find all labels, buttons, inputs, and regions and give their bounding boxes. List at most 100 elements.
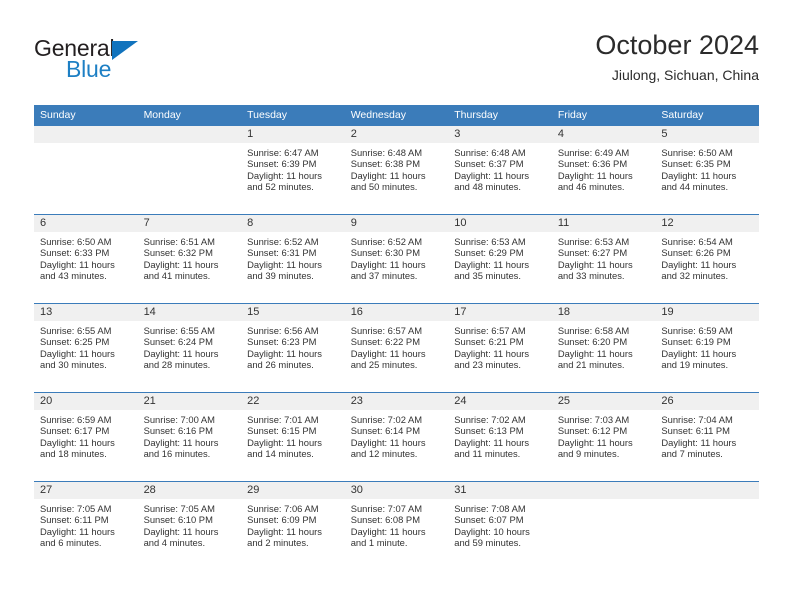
calendar-day-cell[interactable]: 13 Sunrise: 6:55 AM Sunset: 6:25 PM Dayligh… xyxy=(34,303,138,393)
calendar-day-cell[interactable]: 5 Sunrise: 6:50 AM Sunset: 6:35 PM Daylight… xyxy=(655,126,759,215)
sunset-time: Sunset: 6:30 PM xyxy=(350,247,420,259)
day-details: Sunrise: 6:53 AM Sunset: 6:27 PM Daylight:… xyxy=(552,232,656,282)
calendar-day-cell[interactable]: 16 Sunrise: 6:57 AM Sunset: 6:22 PM Dayligh… xyxy=(344,303,449,393)
daylight-duration-line2: and 50 minutes. xyxy=(350,181,418,193)
day-number: 31 xyxy=(448,482,552,499)
calendar-day-cell[interactable]: 18 Sunrise: 6:58 AM Sunset: 6:20 PM Dayligh… xyxy=(551,303,656,393)
sunrise-time: Sunrise: 6:50 AM xyxy=(40,236,112,247)
sunrise-time: Sunrise: 7:02 AM xyxy=(350,414,423,425)
weekday-header-row: Sunday Monday Tuesday Wednesday Thursday… xyxy=(34,105,759,126)
logo-triangle-icon xyxy=(112,41,139,60)
page-header: General Blue October 2024 Jiulong, Sichu… xyxy=(34,28,759,96)
calendar-day-cell[interactable]: 20 Sunrise: 6:59 AM Sunset: 6:17 PM Dayligh… xyxy=(34,392,138,482)
sunrise-time: Sunrise: 7:07 AM xyxy=(350,503,423,514)
day-cell-content: 15 Sunrise: 6:56 AM Sunset: 6:23 PM Dayligh… xyxy=(241,304,345,392)
daylight-duration-line2: and 21 minutes. xyxy=(557,359,625,371)
calendar-week-row: 20 Sunrise: 6:59 AM Sunset: 6:17 PM Dayligh… xyxy=(34,392,759,482)
calendar-day-cell[interactable]: 29 Sunrise: 7:06 AM Sunset: 6:09 PM Dayligh… xyxy=(241,481,345,570)
day-details: Sunrise: 7:00 AM Sunset: 6:16 PM Daylight:… xyxy=(138,410,242,460)
sunrise-time: Sunrise: 7:05 AM xyxy=(143,503,215,514)
weekday-header-monday: Monday xyxy=(137,105,242,126)
calendar-day-cell[interactable]: 8 Sunrise: 6:52 AM Sunset: 6:31 PM Daylight… xyxy=(241,214,345,304)
day-number: 9 xyxy=(344,215,449,232)
daylight-duration-line1: Daylight: 10 hours xyxy=(454,525,530,537)
day-cell-content: 30 Sunrise: 7:07 AM Sunset: 6:08 PM Dayligh… xyxy=(344,482,449,570)
generalblue-logo[interactable]: General Blue xyxy=(34,36,164,88)
calendar-day-cell[interactable]: 2 Sunrise: 6:48 AM Sunset: 6:38 PM Daylight… xyxy=(344,126,449,215)
sunset-time: Sunset: 6:33 PM xyxy=(40,247,110,259)
sunset-time: Sunset: 6:07 PM xyxy=(454,514,524,526)
day-cell-content: 3 Sunrise: 6:48 AM Sunset: 6:37 PM Daylight… xyxy=(448,126,552,214)
day-details: Sunrise: 6:56 AM Sunset: 6:23 PM Daylight:… xyxy=(241,321,345,371)
calendar-day-cell[interactable]: 10 Sunrise: 6:53 AM Sunset: 6:29 PM Dayligh… xyxy=(448,214,552,304)
sunset-time: Sunset: 6:13 PM xyxy=(454,425,524,437)
day-cell-content: 17 Sunrise: 6:57 AM Sunset: 6:21 PM Dayligh… xyxy=(448,304,552,392)
daylight-duration-line1: Daylight: 11 hours xyxy=(247,258,322,270)
sunset-time: Sunset: 6:38 PM xyxy=(350,158,420,170)
daylight-duration-line1: Daylight: 11 hours xyxy=(143,347,219,359)
calendar-day-cell[interactable]: 14 Sunrise: 6:55 AM Sunset: 6:24 PM Dayligh… xyxy=(137,303,242,393)
calendar-day-cell[interactable]: 4 Sunrise: 6:49 AM Sunset: 6:36 PM Daylight… xyxy=(551,126,656,215)
calendar-day-cell[interactable]: 17 Sunrise: 6:57 AM Sunset: 6:21 PM Dayligh… xyxy=(448,303,552,393)
daylight-duration-line2: and 19 minutes. xyxy=(661,359,729,371)
daylight-duration-line2: and 26 minutes. xyxy=(247,359,314,371)
day-number: 17 xyxy=(448,304,552,321)
day-cell-content: 7 Sunrise: 6:51 AM Sunset: 6:32 PM Daylight… xyxy=(137,215,242,303)
sunset-time: Sunset: 6:08 PM xyxy=(350,514,420,526)
day-details xyxy=(34,143,138,147)
calendar-empty-cell xyxy=(655,481,759,570)
sunrise-time: Sunrise: 7:06 AM xyxy=(247,503,319,514)
sunset-time: Sunset: 6:11 PM xyxy=(40,514,109,526)
day-details: Sunrise: 6:55 AM Sunset: 6:25 PM Daylight:… xyxy=(34,321,138,371)
daylight-duration-line2: and 11 minutes. xyxy=(454,448,521,460)
daylight-duration-line1: Daylight: 11 hours xyxy=(454,436,530,448)
sunset-time: Sunset: 6:15 PM xyxy=(247,425,317,437)
calendar-day-cell[interactable]: 15 Sunrise: 6:56 AM Sunset: 6:23 PM Dayligh… xyxy=(241,303,345,393)
sunset-time: Sunset: 6:27 PM xyxy=(557,247,628,259)
calendar-day-cell[interactable]: 23 Sunrise: 7:02 AM Sunset: 6:14 PM Dayligh… xyxy=(344,392,449,482)
calendar-day-cell[interactable]: 22 Sunrise: 7:01 AM Sunset: 6:15 PM Dayligh… xyxy=(241,392,345,482)
calendar-day-cell[interactable]: 1 Sunrise: 6:47 AM Sunset: 6:39 PM Daylight… xyxy=(241,126,345,215)
calendar-day-cell[interactable]: 27 Sunrise: 7:05 AM Sunset: 6:11 PM Dayligh… xyxy=(34,481,138,570)
daylight-duration-line2: and 52 minutes. xyxy=(247,181,314,193)
day-details: Sunrise: 6:55 AM Sunset: 6:24 PM Daylight:… xyxy=(138,321,242,371)
daylight-duration-line2: and 16 minutes. xyxy=(143,448,211,460)
calendar-body: 1 Sunrise: 6:47 AM Sunset: 6:39 PM Daylight… xyxy=(34,126,759,570)
calendar-day-cell[interactable]: 21 Sunrise: 7:00 AM Sunset: 6:16 PM Dayligh… xyxy=(137,392,242,482)
day-details xyxy=(138,143,242,147)
sunset-time: Sunset: 6:37 PM xyxy=(454,158,524,170)
weekday-header-thursday: Thursday xyxy=(448,105,552,126)
calendar-day-cell[interactable]: 25 Sunrise: 7:03 AM Sunset: 6:12 PM Dayligh… xyxy=(551,392,656,482)
day-cell-content: 25 Sunrise: 7:03 AM Sunset: 6:12 PM Dayligh… xyxy=(551,393,656,481)
sunset-time: Sunset: 6:16 PM xyxy=(143,425,213,437)
day-number: 23 xyxy=(344,393,449,410)
day-details: Sunrise: 6:58 AM Sunset: 6:20 PM Daylight:… xyxy=(552,321,656,371)
day-details: Sunrise: 6:50 AM Sunset: 6:35 PM Daylight:… xyxy=(655,143,759,193)
sunset-time: Sunset: 6:19 PM xyxy=(661,336,731,348)
daylight-duration-line2: and 59 minutes. xyxy=(454,537,521,549)
day-details xyxy=(552,499,656,503)
calendar-day-cell[interactable]: 31 Sunrise: 7:08 AM Sunset: 6:07 PM Dayligh… xyxy=(448,481,552,570)
calendar-day-cell[interactable]: 19 Sunrise: 6:59 AM Sunset: 6:19 PM Dayligh… xyxy=(655,303,759,393)
sunset-time: Sunset: 6:09 PM xyxy=(247,514,317,526)
calendar-day-cell[interactable]: 11 Sunrise: 6:53 AM Sunset: 6:27 PM Dayligh… xyxy=(551,214,656,304)
sunset-time: Sunset: 6:11 PM xyxy=(661,425,730,437)
day-number: 24 xyxy=(448,393,552,410)
daylight-duration-line1: Daylight: 11 hours xyxy=(557,169,633,181)
calendar-day-cell[interactable]: 9 Sunrise: 6:52 AM Sunset: 6:30 PM Daylight… xyxy=(344,214,449,304)
day-number: 10 xyxy=(448,215,552,232)
calendar-day-cell[interactable]: 3 Sunrise: 6:48 AM Sunset: 6:37 PM Daylight… xyxy=(448,126,552,215)
daylight-duration-line1: Daylight: 11 hours xyxy=(143,258,219,270)
daylight-duration-line2: and 4 minutes. xyxy=(143,537,206,549)
calendar-day-cell[interactable]: 28 Sunrise: 7:05 AM Sunset: 6:10 PM Dayligh… xyxy=(137,481,242,570)
calendar-day-cell[interactable]: 30 Sunrise: 7:07 AM Sunset: 6:08 PM Dayligh… xyxy=(344,481,449,570)
calendar-day-cell[interactable]: 12 Sunrise: 6:54 AM Sunset: 6:26 PM Dayligh… xyxy=(655,214,759,304)
page-title: October 2024 xyxy=(595,30,759,60)
calendar-day-cell[interactable]: 7 Sunrise: 6:51 AM Sunset: 6:32 PM Daylight… xyxy=(137,214,242,304)
calendar-day-cell[interactable]: 6 Sunrise: 6:50 AM Sunset: 6:33 PM Daylight… xyxy=(34,214,138,304)
calendar-day-cell[interactable]: 26 Sunrise: 7:04 AM Sunset: 6:11 PM Dayligh… xyxy=(655,392,759,482)
sunrise-time: Sunrise: 6:52 AM xyxy=(350,236,423,247)
calendar-day-cell[interactable]: 24 Sunrise: 7:02 AM Sunset: 6:13 PM Dayligh… xyxy=(448,392,552,482)
daylight-duration-line2: and 37 minutes. xyxy=(350,270,418,282)
calendar-week-row: 13 Sunrise: 6:55 AM Sunset: 6:25 PM Dayligh… xyxy=(34,303,759,393)
